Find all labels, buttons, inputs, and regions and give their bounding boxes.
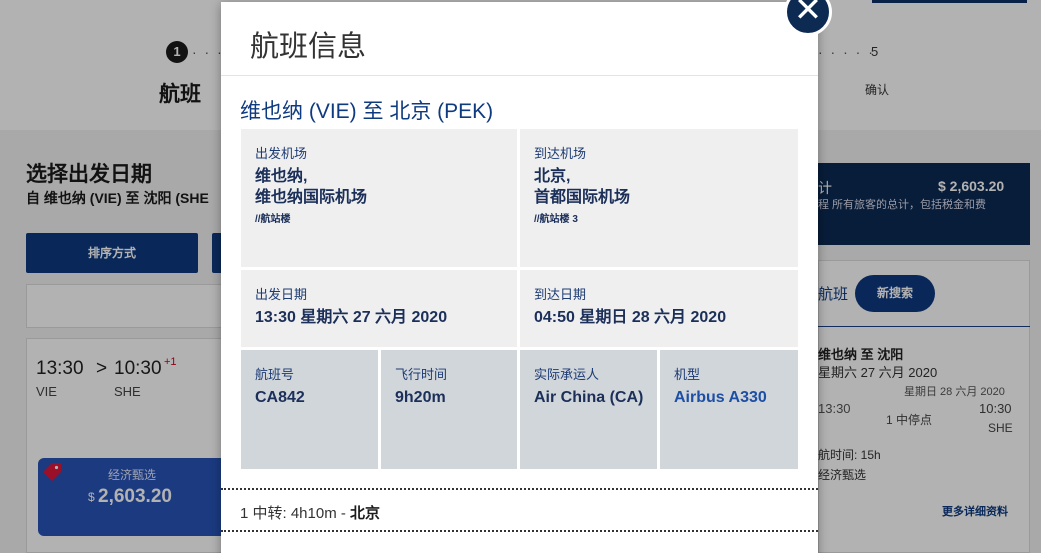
carrier-label: 实际承运人 (534, 367, 600, 382)
segment-route-title: 维也纳 (VIE) 至 北京 (PEK) (240, 100, 494, 123)
flight-info-modal: 航班信息 维也纳 (VIE) 至 北京 (PEK) 出发机场 维也纳, 维也纳国… (221, 2, 818, 553)
departure-date-label: 出发日期 (255, 287, 308, 302)
divider (221, 530, 818, 532)
modal-title: 航班信息 (250, 31, 367, 63)
flight-number-label: 航班号 (255, 367, 295, 382)
close-icon: ✕ (793, 0, 823, 29)
arrival-airport-cell: 到达机场 北京, 首都国际机场 //航站楼 3 (520, 129, 798, 267)
aircraft-cell: 机型 Airbus A330 (660, 350, 798, 469)
arrival-city: 北京, (534, 168, 571, 185)
flight-time-cell: 飞行时间 9h20m (381, 350, 517, 469)
arrival-date-cell: 到达日期 04:50 星期日 28 六月 2020 (520, 270, 798, 347)
transit-info: 1 中转: 4h10m - 北京 (240, 502, 380, 523)
arrival-airport-label: 到达机场 (534, 146, 587, 161)
departure-city: 维也纳, (255, 168, 308, 185)
arrival-terminal: //航站楼 3 (534, 214, 578, 225)
flight-detail-grid: 出发机场 维也纳, 维也纳国际机场 //航站楼 到达机场 北京, 首都国际机场 … (241, 129, 798, 469)
flight-time-label: 飞行时间 (395, 367, 448, 382)
flight-time-value: 9h20m (395, 389, 446, 406)
departure-date-cell: 出发日期 13:30 星期六 27 六月 2020 (241, 270, 517, 347)
aircraft-label: 机型 (674, 367, 701, 382)
departure-terminal: //航站楼 (255, 214, 291, 225)
transit-city: 北京 (350, 505, 381, 522)
departure-airport-label: 出发机场 (255, 146, 308, 161)
carrier-value: Air China (CA) (534, 389, 644, 406)
divider (221, 488, 818, 490)
departure-airport-name: 维也纳国际机场 (255, 189, 368, 206)
departure-date-value: 13:30 星期六 27 六月 2020 (255, 309, 448, 326)
aircraft-link[interactable]: Airbus A330 (674, 387, 798, 408)
flight-number-value: CA842 (255, 389, 305, 406)
modal-header: 航班信息 (221, 2, 818, 76)
transit-duration: 1 中转: 4h10m - (240, 505, 351, 522)
flight-number-cell: 航班号 CA842 (241, 350, 378, 469)
arrival-date-value: 04:50 星期日 28 六月 2020 (534, 309, 727, 326)
arrival-date-label: 到达日期 (534, 287, 587, 302)
arrival-airport-name: 首都国际机场 (534, 189, 631, 206)
departure-airport-cell: 出发机场 维也纳, 维也纳国际机场 //航站楼 (241, 129, 517, 267)
carrier-cell: 实际承运人 Air China (CA) (520, 350, 657, 469)
